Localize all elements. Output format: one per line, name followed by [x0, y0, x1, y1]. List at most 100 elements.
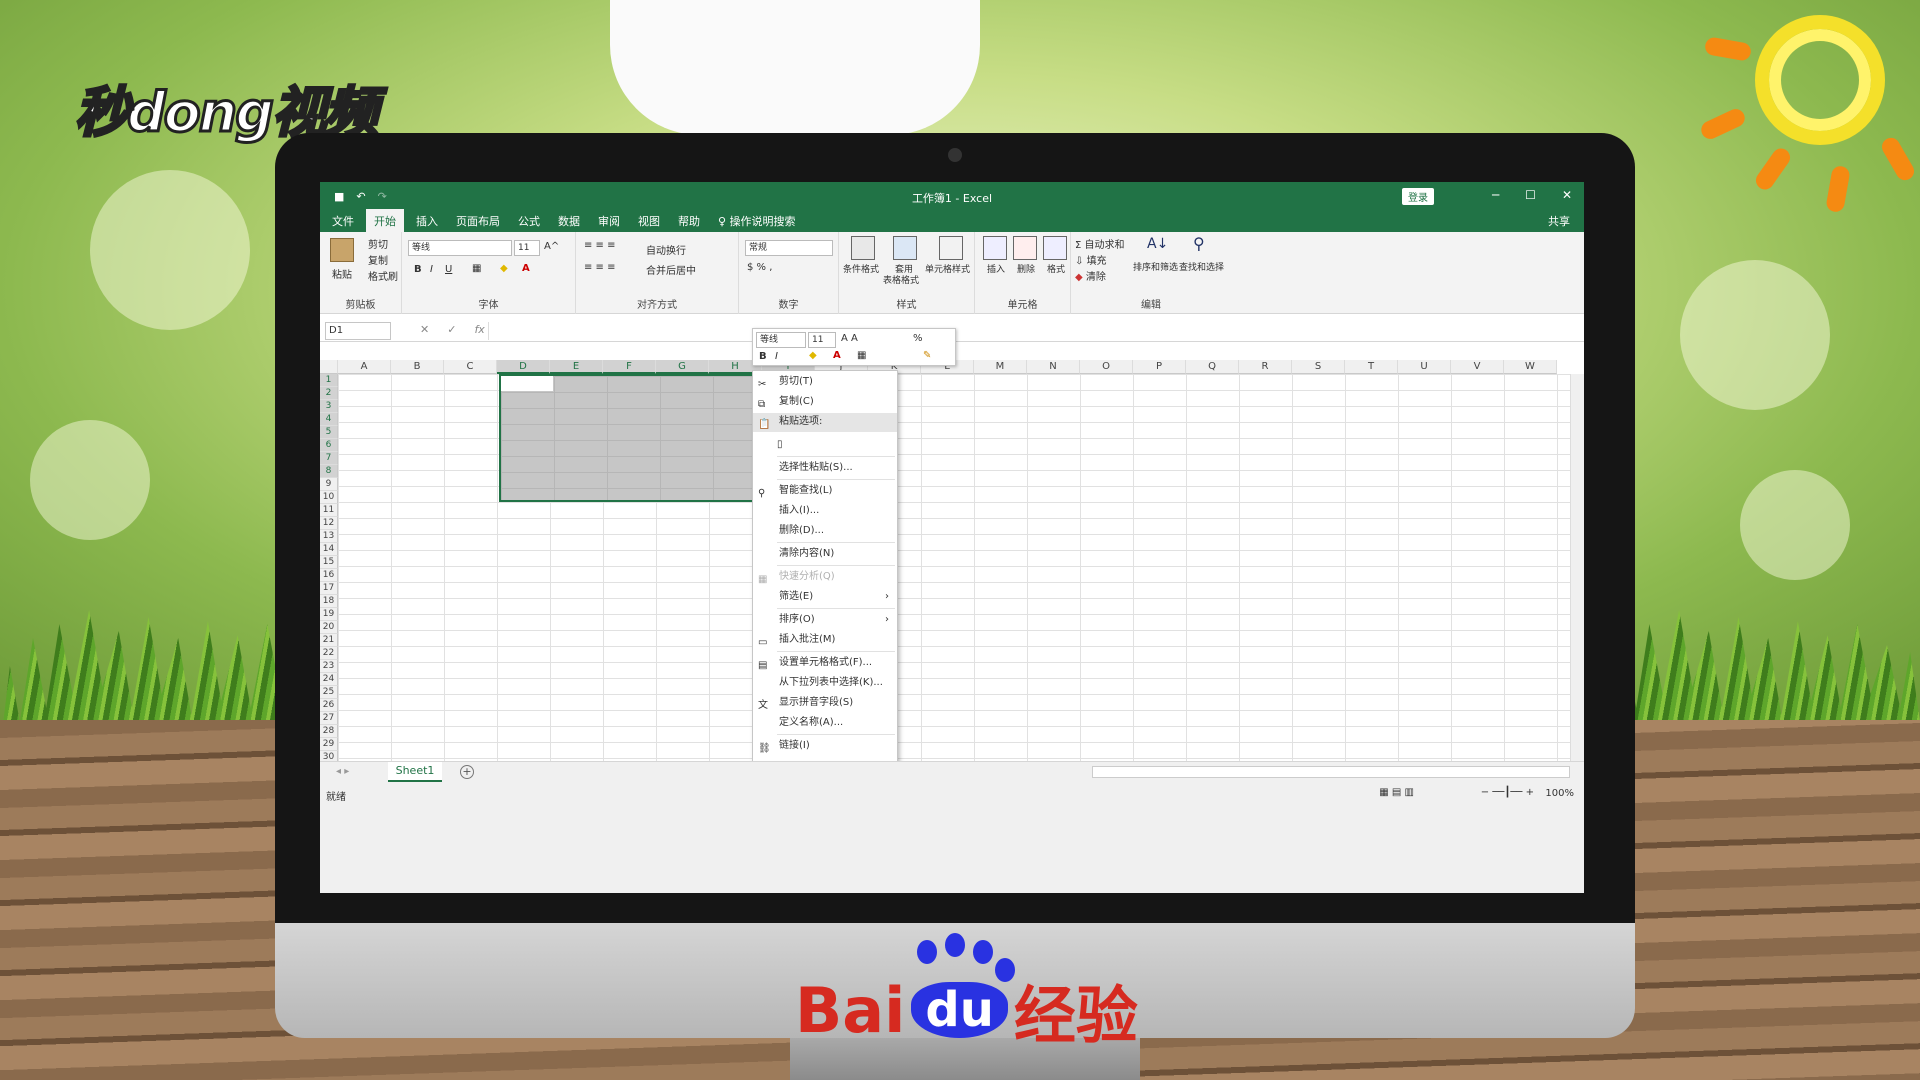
context-menu-item[interactable]: 文显示拼音字段(S): [753, 694, 897, 713]
context-menu-item[interactable]: 筛选(E) ›: [753, 588, 897, 607]
grow-font-icon[interactable]: A^: [544, 241, 559, 252]
clear-button[interactable]: ◆ 清除: [1075, 268, 1106, 283]
row-header-18[interactable]: 18: [320, 595, 338, 608]
column-header-p[interactable]: P: [1133, 360, 1186, 374]
context-menu-item[interactable]: ⧉ 复制(C): [753, 393, 897, 412]
row-header-1[interactable]: 1: [320, 374, 338, 387]
save-icon[interactable]: ■: [334, 190, 344, 203]
column-header-w[interactable]: W: [1504, 360, 1557, 374]
mini-border-icon[interactable]: ▦: [857, 350, 866, 361]
row-header-19[interactable]: 19: [320, 608, 338, 621]
context-menu-item[interactable]: 📋 粘贴选项:: [753, 413, 897, 432]
bold-button[interactable]: B: [414, 264, 422, 275]
autosum-button[interactable]: Σ 自动求和: [1075, 236, 1125, 251]
context-menu-item[interactable]: 定义名称(A)...: [753, 714, 897, 733]
add-sheet-button[interactable]: +: [460, 765, 474, 779]
mini-size-select[interactable]: 11: [808, 332, 836, 348]
row-header-28[interactable]: 28: [320, 725, 338, 738]
insert-cells-button[interactable]: 插入: [987, 262, 1005, 275]
row-header-21[interactable]: 21: [320, 634, 338, 647]
row-header-11[interactable]: 11: [320, 504, 338, 517]
column-header-q[interactable]: Q: [1186, 360, 1239, 374]
row-header-3[interactable]: 3: [320, 400, 338, 413]
view-buttons[interactable]: ▦ ▤ ▥: [1379, 787, 1414, 798]
mini-percent-button[interactable]: %: [913, 333, 923, 344]
context-menu-item[interactable]: ▭ 插入批注(M): [753, 631, 897, 650]
mini-italic-button[interactable]: I: [775, 351, 778, 362]
fill-color-icon[interactable]: ◆: [500, 263, 508, 274]
row-header-16[interactable]: 16: [320, 569, 338, 582]
border-icon[interactable]: ▦: [472, 263, 481, 274]
tab-review[interactable]: 审阅: [598, 213, 620, 229]
confirm-entry-icon[interactable]: ✓: [447, 323, 456, 336]
row-header-8[interactable]: 8: [320, 465, 338, 478]
tab-formulas[interactable]: 公式: [518, 213, 540, 229]
tell-me-search[interactable]: ♀ 操作说明搜索: [718, 213, 796, 229]
row-header-27[interactable]: 27: [320, 712, 338, 725]
name-box[interactable]: D1: [325, 322, 391, 340]
tab-page-layout[interactable]: 页面布局: [456, 213, 500, 229]
horizontal-scrollbar[interactable]: [1092, 766, 1570, 778]
delete-cells-icon[interactable]: [1013, 236, 1037, 260]
row-header-23[interactable]: 23: [320, 660, 338, 673]
tab-insert[interactable]: 插入: [416, 213, 438, 229]
paste-button[interactable]: 粘贴: [332, 266, 352, 281]
percent-icon[interactable]: $ % ,: [747, 262, 772, 273]
row-header-12[interactable]: 12: [320, 517, 338, 530]
login-button[interactable]: 登录: [1402, 188, 1434, 205]
restore-button[interactable]: ☐: [1525, 188, 1536, 202]
zoom-slider[interactable]: − ──┃── +: [1481, 787, 1534, 798]
row-header-7[interactable]: 7: [320, 452, 338, 465]
column-header-o[interactable]: O: [1080, 360, 1133, 374]
format-cells-icon[interactable]: [1043, 236, 1067, 260]
row-header-24[interactable]: 24: [320, 673, 338, 686]
format-cells-button[interactable]: 格式: [1047, 262, 1065, 275]
row-header-26[interactable]: 26: [320, 699, 338, 712]
magnifier-icon[interactable]: ⚲: [1193, 234, 1205, 253]
context-menu-item[interactable]: 插入(I)...: [753, 502, 897, 521]
zoom-level[interactable]: 100%: [1545, 788, 1574, 799]
format-table-button-line2[interactable]: 表格格式: [883, 273, 919, 286]
cell-styles-button[interactable]: 单元格样式: [925, 262, 970, 275]
column-header-c[interactable]: C: [444, 360, 497, 374]
context-menu-item[interactable]: 删除(D)...: [753, 522, 897, 541]
mini-format-painter-icon[interactable]: ✎: [923, 350, 931, 361]
column-header-t[interactable]: T: [1345, 360, 1398, 374]
tab-home[interactable]: 开始: [366, 209, 404, 233]
context-menu-item[interactable]: ▯: [753, 433, 897, 455]
conditional-format-icon[interactable]: [851, 236, 875, 260]
context-menu-item[interactable]: ⛓ 链接(I): [753, 737, 897, 756]
row-header-5[interactable]: 5: [320, 426, 338, 439]
mini-font-select[interactable]: 等线: [756, 332, 806, 348]
column-header-a[interactable]: A: [338, 360, 391, 374]
sheet-tab-sheet1[interactable]: Sheet1: [388, 762, 442, 782]
tab-file[interactable]: 文件: [332, 213, 354, 229]
find-select-button[interactable]: 查找和选择: [1179, 260, 1224, 273]
conditional-format-button[interactable]: 条件格式: [843, 262, 879, 275]
font-color-icon[interactable]: A: [522, 263, 530, 274]
delete-cells-button[interactable]: 删除: [1017, 262, 1035, 275]
context-menu-item[interactable]: ▦ 快速分析(Q): [753, 568, 897, 587]
row-header-20[interactable]: 20: [320, 621, 338, 634]
font-size-select[interactable]: 11: [514, 240, 540, 256]
column-header-e[interactable]: E: [550, 360, 603, 374]
copy-button[interactable]: 复制: [368, 252, 388, 267]
mini-font-color-icon[interactable]: A: [833, 350, 841, 361]
row-header-6[interactable]: 6: [320, 439, 338, 452]
paste-icon[interactable]: [330, 238, 354, 262]
redo-icon[interactable]: ↷: [378, 190, 387, 203]
row-header-25[interactable]: 25: [320, 686, 338, 699]
insert-cells-icon[interactable]: [983, 236, 1007, 260]
underline-button[interactable]: U: [445, 264, 452, 275]
close-button[interactable]: ✕: [1562, 188, 1572, 202]
row-header-17[interactable]: 17: [320, 582, 338, 595]
italic-button[interactable]: I: [430, 264, 433, 275]
column-header-g[interactable]: G: [656, 360, 709, 374]
context-menu-item[interactable]: ⚲ 智能查找(L): [753, 482, 897, 501]
select-all-corner[interactable]: [320, 360, 338, 374]
tab-data[interactable]: 数据: [558, 213, 580, 229]
column-header-u[interactable]: U: [1398, 360, 1451, 374]
row-header-9[interactable]: 9: [320, 478, 338, 491]
format-table-icon[interactable]: [893, 236, 917, 260]
column-header-d[interactable]: D: [497, 360, 550, 374]
